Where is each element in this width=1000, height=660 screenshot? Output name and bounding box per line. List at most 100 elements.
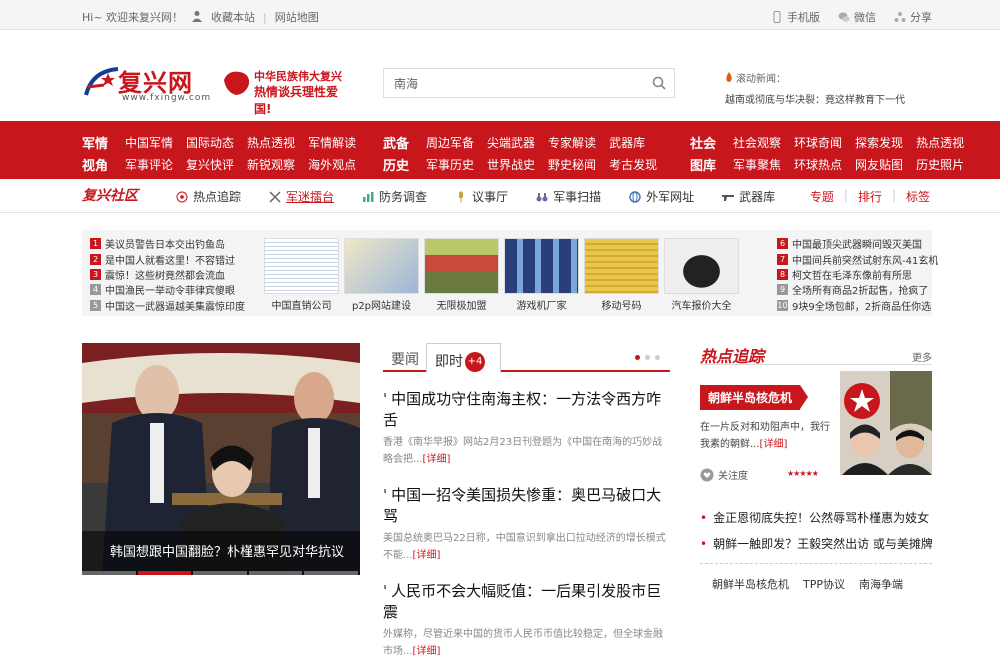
search-icon[interactable] <box>652 76 666 90</box>
detail-link[interactable]: [详细] <box>423 454 451 465</box>
subnav-arsenal[interactable]: 武器库 <box>722 188 775 205</box>
nav-item[interactable]: 历史照片 <box>916 156 964 173</box>
subnav-arena[interactable]: 军迷擂台 <box>269 188 334 205</box>
nav-group-2: 武备 周边军备 尖端武器 专家解读 武器库 历史 军事历史 世界战史 野史秘闻 考古发现 <box>383 131 657 175</box>
nav-item[interactable]: 环球奇闻 <box>794 134 842 151</box>
tab-headlines[interactable]: 要闻 <box>391 349 419 369</box>
nav-category[interactable]: 军情 <box>82 133 108 152</box>
nav-item[interactable]: 野史秘闻 <box>548 156 596 173</box>
nav-item[interactable]: 环球热点 <box>794 156 842 173</box>
slide-indicator[interactable] <box>248 571 303 575</box>
detail-link[interactable]: [详细] <box>760 439 788 450</box>
mobile-link[interactable]: 手机版 <box>771 9 820 25</box>
rank-number: 7 <box>777 253 788 265</box>
rolling-news-link[interactable]: 越南或彻底与华决裂：竟这样教育下一代 <box>725 95 905 106</box>
ticker-item[interactable]: 7 中国间兵前突然试射东风-41玄机 <box>777 251 938 267</box>
ticker-item[interactable]: 3 震惊！这些树竟然都会流血 <box>90 267 245 282</box>
detail-link[interactable]: [详细] <box>413 550 441 561</box>
nav-category[interactable]: 视角 <box>82 155 108 174</box>
ticker-item[interactable]: 10 9块9全场包邮，2折商品任你选 <box>777 298 938 313</box>
nav-item[interactable]: 军事聚焦 <box>733 156 781 173</box>
bookmark-link[interactable]: 收藏本站 <box>211 9 255 25</box>
nav-item[interactable]: 武器库 <box>609 134 645 151</box>
user-icon[interactable] <box>191 10 203 25</box>
ticker-item[interactable]: 2 是中国人就看这里！不容错过 <box>90 251 245 267</box>
new-count-badge: +4 <box>465 352 485 372</box>
ticker-item[interactable]: 9 全场所有商品2折起售，抢疯了 <box>777 282 938 297</box>
hot-list-item[interactable]: 金正恩彻底失控！公然辱骂朴槿惠为妓女 <box>700 505 932 531</box>
tab-label: 即时 <box>435 354 463 370</box>
tab-realtime[interactable]: 即时 +4 <box>426 343 501 374</box>
nav-item[interactable]: 热点透视 <box>247 134 295 151</box>
nav-item[interactable]: 网友贴图 <box>855 156 903 173</box>
nav-item[interactable]: 专家解读 <box>548 134 596 151</box>
promo-thumb[interactable]: 移动号码 <box>584 238 659 312</box>
nav-category[interactable]: 历史 <box>383 155 409 174</box>
more-link[interactable]: 更多 <box>912 349 932 364</box>
nav-item[interactable]: 世界战史 <box>487 156 535 173</box>
subnav-survey[interactable]: 防务调查 <box>362 188 427 205</box>
ticker-item[interactable]: 4 中国渔民一举动令菲律宾傻眼 <box>90 282 245 297</box>
nav-item[interactable]: 军事评论 <box>125 156 173 173</box>
promo-thumb[interactable]: p2p网站建设 <box>344 238 419 312</box>
nav-item[interactable]: 新锐观察 <box>247 156 295 173</box>
hot-list-item[interactable]: 朝鲜一触即发？王毅突然出访 或与美摊牌 <box>700 531 932 557</box>
nav-item[interactable]: 热点透视 <box>916 134 964 151</box>
detail-link[interactable]: [详细] <box>413 646 441 657</box>
ticker-item[interactable]: 1 美议员警告日本交出钓鱼岛 <box>90 236 245 251</box>
share-link[interactable]: 分享 <box>894 9 932 25</box>
article-title[interactable]: 中国成功守住南海主权：一方法令西方咋舌 <box>383 388 670 430</box>
share-icon <box>894 12 906 22</box>
search-input[interactable] <box>384 69 634 97</box>
attention-label: 关注度 <box>718 471 748 482</box>
community-logo[interactable]: 复兴社区 <box>82 185 138 205</box>
slide-indicator[interactable] <box>82 571 136 575</box>
promo-thumb[interactable]: 游戏机厂家 <box>504 238 579 312</box>
topics-link[interactable]: 专题 <box>810 188 834 205</box>
nav-category[interactable]: 社会 <box>690 133 716 152</box>
subnav-hot-tracking[interactable]: 热点追踪 <box>176 188 241 205</box>
heart-icon <box>700 468 714 481</box>
tags-link[interactable]: 标签 <box>906 188 930 205</box>
article-title[interactable]: 人民币不会大幅贬值：一后果引发股市巨震 <box>383 580 670 622</box>
topic-image[interactable] <box>840 371 932 475</box>
ticker-item[interactable]: 8 柯文哲在毛泽东像前有所思 <box>777 267 938 282</box>
ranking-link[interactable]: 排行 <box>858 188 882 205</box>
nav-item[interactable]: 社会观察 <box>733 134 781 151</box>
pager-dot[interactable] <box>655 355 660 360</box>
nav-item[interactable]: 海外观点 <box>308 156 356 173</box>
promo-thumb[interactable]: 汽车报价大全 <box>664 238 739 312</box>
subnav-hall[interactable]: 议事厅 <box>455 188 508 205</box>
headline-slideshow[interactable]: 韩国想跟中国翻脸？朴槿惠罕见对华抗议 <box>82 343 360 575</box>
promo-thumb[interactable]: 中国直销公司 <box>264 238 339 312</box>
ticker-item[interactable]: 5 中国这一武器逼越美集震惊印度 <box>90 298 245 313</box>
nav-item[interactable]: 军情解读 <box>308 134 356 151</box>
pager-dot[interactable] <box>635 355 640 360</box>
slide-indicator[interactable] <box>193 571 247 575</box>
article-title[interactable]: 中国一招令美国损失惨重：奥巴马破口大骂 <box>383 484 670 526</box>
subnav-foreign-sites[interactable]: 外军网址 <box>629 188 694 205</box>
subnav-scan[interactable]: 军事扫描 <box>536 188 601 205</box>
pager-dot[interactable] <box>645 355 650 360</box>
nav-item[interactable]: 尖端武器 <box>487 134 535 151</box>
site-logo[interactable]: 复兴网 www.fxingw.com <box>82 63 212 103</box>
slide-indicator[interactable] <box>137 571 192 575</box>
nav-item[interactable]: 考古发现 <box>609 156 657 173</box>
news-article: 中国成功守住南海主权：一方法令西方咋舌 香港《南华早报》网站2月23日刊登题为《… <box>383 388 670 468</box>
slide-indicator[interactable] <box>304 571 358 575</box>
sitemap-link[interactable]: 网站地图 <box>275 9 319 25</box>
nav-item[interactable]: 国际动态 <box>186 134 234 151</box>
nav-item[interactable]: 中国军情 <box>125 134 173 151</box>
nav-item[interactable]: 复兴快评 <box>186 156 234 173</box>
topic-label[interactable]: 朝鲜半岛核危机 <box>700 385 809 410</box>
nav-item[interactable]: 周边军备 <box>426 134 474 151</box>
ticker-item[interactable]: 6 中国最顶尖武器瞬间毁灭美国 <box>777 236 938 251</box>
nav-category[interactable]: 图库 <box>690 155 716 174</box>
wechat-link[interactable]: 微信 <box>838 9 876 25</box>
nav-item[interactable]: 军事历史 <box>426 156 474 173</box>
rank-number: 3 <box>90 268 101 280</box>
nav-item[interactable]: 探索发现 <box>855 134 903 151</box>
promo-thumb[interactable]: 无限极加盟 <box>424 238 499 312</box>
divider: | <box>891 188 896 202</box>
nav-category[interactable]: 武备 <box>383 133 409 152</box>
